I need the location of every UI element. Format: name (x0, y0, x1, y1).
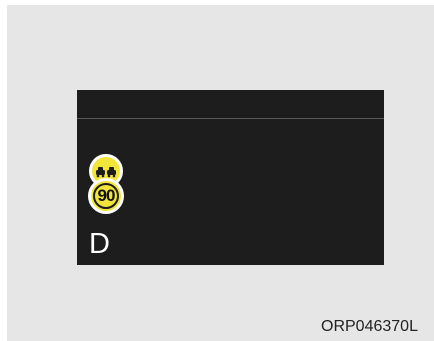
gear-indicator: D (89, 228, 110, 260)
figure-code: ORP046370L (321, 318, 418, 335)
speed-limit-sign-icon: 90 (88, 178, 124, 214)
figure-background: 90 D (7, 5, 434, 341)
display-divider (77, 118, 384, 119)
cluster-display: 90 D (77, 90, 384, 265)
speed-limit-value: 90 (97, 186, 116, 205)
